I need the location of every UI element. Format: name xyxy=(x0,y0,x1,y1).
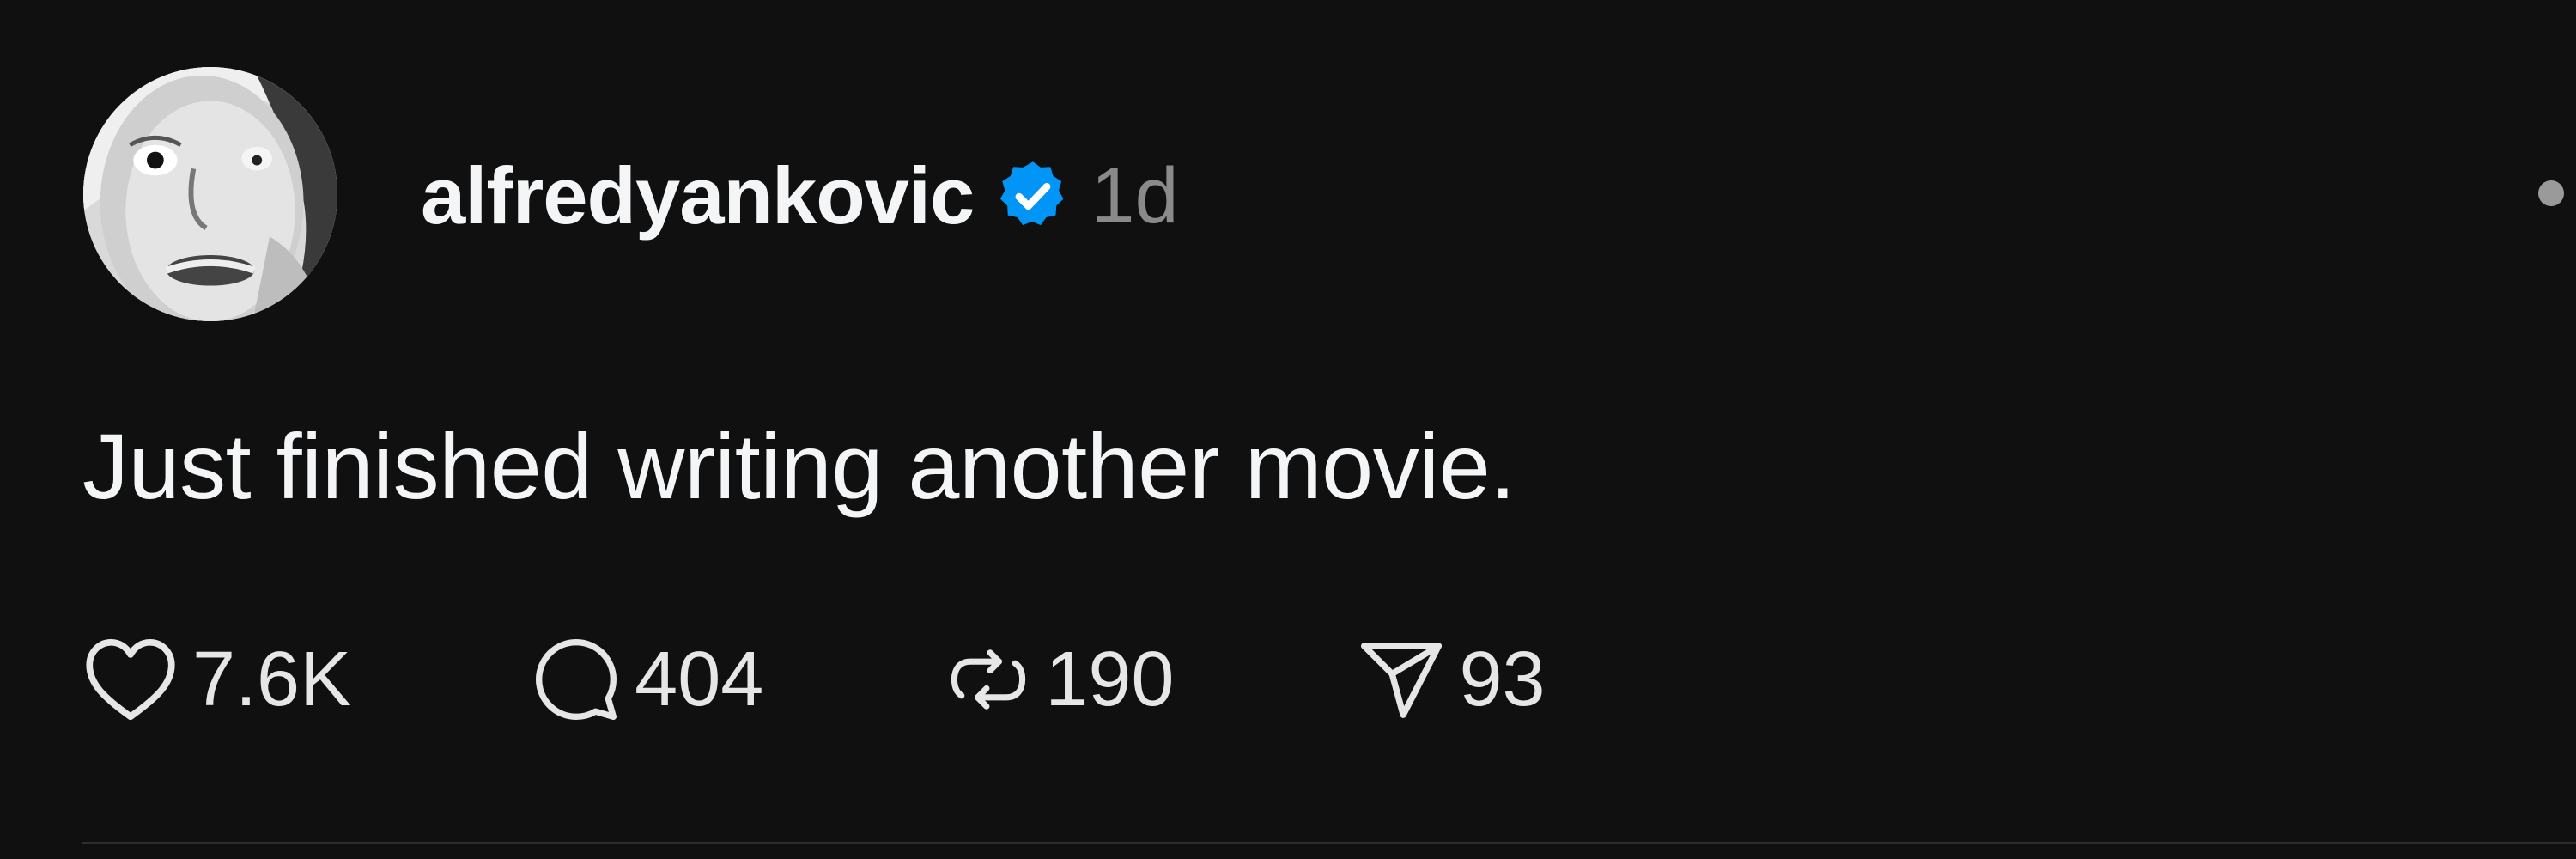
post-text: Just finished writing another movie. xyxy=(82,414,1516,518)
reply-button[interactable]: 404 xyxy=(532,635,763,724)
post-timestamp: 1d xyxy=(1091,151,1179,240)
like-button[interactable]: 7.6K xyxy=(82,636,351,724)
post-actions: 7.6K 404 190 93 xyxy=(82,632,1546,727)
speech-bubble-icon xyxy=(536,638,617,721)
thread-post: alfredyankovic 1d Just finished writing … xyxy=(0,0,2576,859)
post-divider xyxy=(82,842,2576,844)
heart-icon xyxy=(86,638,175,721)
verified-badge-icon xyxy=(996,159,1070,233)
more-options-icon[interactable] xyxy=(2538,180,2564,206)
avatar[interactable] xyxy=(83,67,337,321)
repost-button[interactable]: 190 xyxy=(945,636,1175,724)
paper-plane-icon xyxy=(1360,643,1442,718)
repost-icon xyxy=(951,649,1026,710)
reply-count: 404 xyxy=(635,636,764,722)
post-header: alfredyankovic 1d xyxy=(421,144,1179,247)
avatar-photo-icon xyxy=(83,67,337,321)
repost-count: 190 xyxy=(1045,636,1175,722)
share-count: 93 xyxy=(1459,636,1546,722)
username-link[interactable]: alfredyankovic xyxy=(421,149,975,242)
share-button[interactable]: 93 xyxy=(1357,635,1546,724)
like-count: 7.6K xyxy=(192,636,352,722)
